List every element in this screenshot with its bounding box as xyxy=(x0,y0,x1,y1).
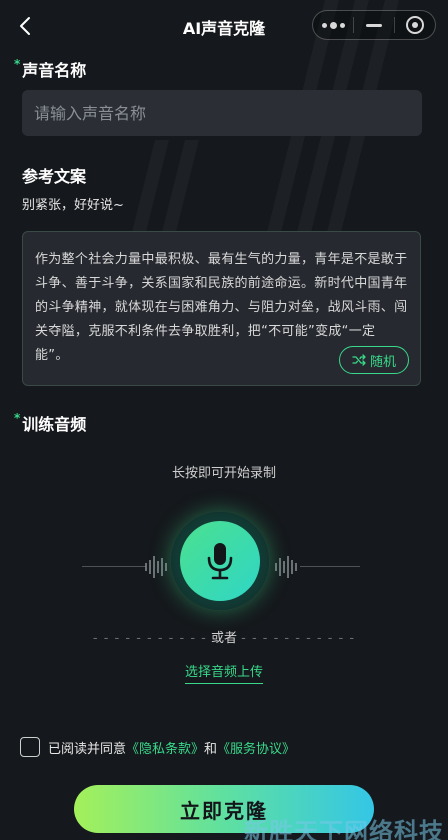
random-button[interactable]: 随机 xyxy=(339,346,409,374)
record-hint: 长按即可开始录制 xyxy=(171,466,276,481)
agreement-row: 已阅读并同意 《隐私条款》 和 《服务协议》 xyxy=(20,737,295,757)
upload-audio-label: 选择音频上传 xyxy=(184,665,263,684)
close-target-icon[interactable] xyxy=(395,11,435,39)
record-button[interactable] xyxy=(171,512,269,610)
agreement-prefix: 已阅读并同意 xyxy=(48,741,127,757)
mini-program-capsule xyxy=(312,10,436,40)
reference-subtitle: 别紧张，好好说~ xyxy=(22,198,124,213)
minimize-icon[interactable] xyxy=(354,11,394,39)
watermark: 新胜天下网络科技 xyxy=(244,818,444,840)
shuffle-icon xyxy=(352,354,366,366)
agreement-checkbox[interactable] xyxy=(20,737,40,757)
waveform-line-right xyxy=(300,566,360,567)
privacy-link[interactable]: 《隐私条款》 xyxy=(126,738,204,757)
voice-name-label: * 声音名称 xyxy=(14,57,87,80)
microphone-icon xyxy=(207,543,233,580)
or-label: 或者 xyxy=(210,631,237,646)
reference-text-box: 作为整个社会力量中最积极、最有生气的力量，青年是不是敢于斗争、善于斗争，关系国家… xyxy=(22,231,421,386)
record-button-inner xyxy=(180,521,260,601)
agreement-and: 和 xyxy=(204,741,218,757)
waveform-right-icon xyxy=(275,556,297,578)
more-dots-icon[interactable] xyxy=(313,11,353,39)
or-divider: - - - - - - - - - - - 或者 - - - - - - - -… xyxy=(92,631,356,646)
voice-name-input[interactable] xyxy=(22,90,422,136)
service-link[interactable]: 《服务协议》 xyxy=(217,738,295,757)
waveform-left-icon xyxy=(145,556,167,578)
upload-audio-link[interactable]: 选择音频上传 xyxy=(0,661,448,684)
reference-title: 参考文案 xyxy=(22,167,87,186)
random-label: 随机 xyxy=(369,354,396,370)
waveform-line-left xyxy=(82,566,146,567)
top-bar: AI声音克隆 xyxy=(0,0,448,52)
training-audio-label: * 训练音频 xyxy=(14,411,87,434)
